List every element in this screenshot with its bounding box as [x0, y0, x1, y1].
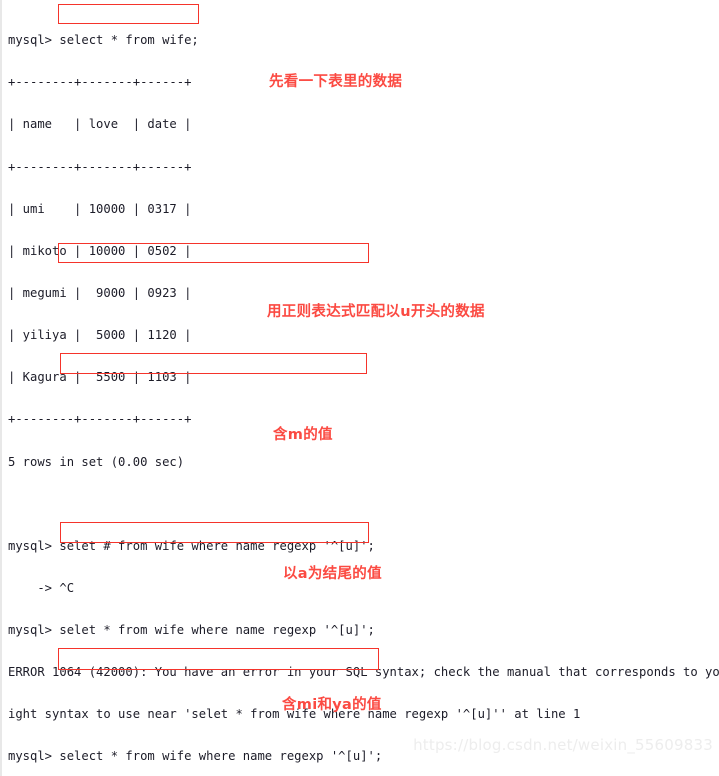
terminal-line: +--------+-------+------+ — [8, 159, 192, 174]
annotation-table-preview: 先看一下表里的数据 — [269, 74, 403, 90]
annotation-contains-m: 含m的值 — [273, 427, 333, 443]
terminal-line: mysql> selet * from wife where name rege… — [8, 623, 375, 638]
highlight-box-query-4[interactable] — [60, 522, 369, 543]
terminal-line: | megumi | 9000 | 0923 | — [8, 285, 192, 300]
annotation-ends-with-a: 以a为结尾的值 — [283, 566, 382, 582]
terminal-line: +--------+-------+------+ — [8, 412, 192, 427]
terminal-line: | umi | 10000 | 0317 | — [8, 201, 192, 216]
annotation-contains-mi-ya: 含mi和ya的值 — [282, 697, 382, 713]
terminal-line: mysql> select * from wife; — [8, 33, 199, 48]
terminal-line: -> ^C — [8, 580, 75, 595]
highlight-box-query-1[interactable] — [58, 4, 199, 24]
csdn-watermark: https://blog.csdn.net/weixin_55609833 — [413, 736, 713, 754]
terminal-line: | name | love | date | — [8, 117, 192, 132]
terminal-line: 5 rows in set (0.00 sec) — [8, 454, 185, 469]
annotation-regexp-startu: 用正则表达式匹配以u开头的数据 — [267, 304, 485, 320]
terminal-line: | yiliya | 5000 | 1120 | — [8, 328, 192, 343]
terminal-screenshot: mysql> select * from wife; +--------+---… — [0, 0, 719, 776]
highlight-box-query-5[interactable] — [58, 648, 379, 670]
highlight-box-query-3[interactable] — [60, 353, 367, 374]
highlight-box-query-2[interactable] — [58, 243, 369, 263]
